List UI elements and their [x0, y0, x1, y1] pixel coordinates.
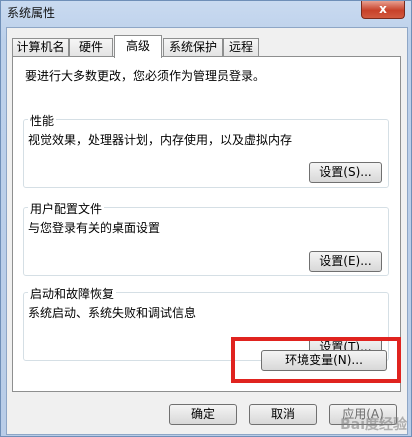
- admin-note: 要进行大多数更改，您必须作为管理员登录。: [25, 69, 266, 83]
- close-button[interactable]: x: [361, 1, 405, 19]
- user-profiles-settings-button[interactable]: 设置(E)...: [309, 251, 382, 272]
- user-profiles-title: 用户配置文件: [28, 200, 105, 217]
- advanced-tab-panel: 要进行大多数更改，您必须作为管理员登录。 性能 视觉效果，处理器计划，内存使用，…: [12, 56, 401, 392]
- performance-title: 性能: [28, 112, 57, 129]
- watermark: Bai度经验: [340, 417, 407, 433]
- tab-advanced[interactable]: 高级: [114, 35, 162, 58]
- startup-recovery-title: 启动和故障恢复: [28, 285, 117, 302]
- ok-button[interactable]: 确定: [169, 404, 237, 425]
- tab-hardware[interactable]: 硬件: [69, 38, 113, 57]
- window-title: 系统属性: [7, 6, 56, 20]
- cancel-button[interactable]: 取消: [249, 404, 317, 425]
- performance-description: 视觉效果，处理器计划，内存使用，以及虚拟内存: [28, 133, 293, 147]
- close-icon: x: [379, 2, 387, 16]
- tab-system-protection[interactable]: 系统保护: [163, 38, 223, 57]
- system-properties-window: 系统属性 x 计算机名 硬件 高级 系统保护 远程 要进行大多数更改，您必须作为…: [0, 0, 412, 437]
- user-profiles-description: 与您登录有关的桌面设置: [28, 221, 161, 235]
- tab-remote[interactable]: 远程: [223, 38, 259, 57]
- dialog-client-area: 计算机名 硬件 高级 系统保护 远程 要进行大多数更改，您必须作为管理员登录。 …: [6, 27, 408, 435]
- performance-settings-button[interactable]: 设置(S)...: [309, 162, 382, 183]
- startup-recovery-description: 系统启动、系统失败和调试信息: [28, 306, 197, 320]
- tab-computer-name[interactable]: 计算机名: [12, 38, 69, 57]
- performance-group: 性能 视觉效果，处理器计划，内存使用，以及虚拟内存 设置(S)...: [23, 112, 389, 188]
- environment-variables-button[interactable]: 环境变量(N)...: [261, 350, 387, 371]
- user-profiles-group: 用户配置文件 与您登录有关的桌面设置 设置(E)...: [23, 200, 389, 276]
